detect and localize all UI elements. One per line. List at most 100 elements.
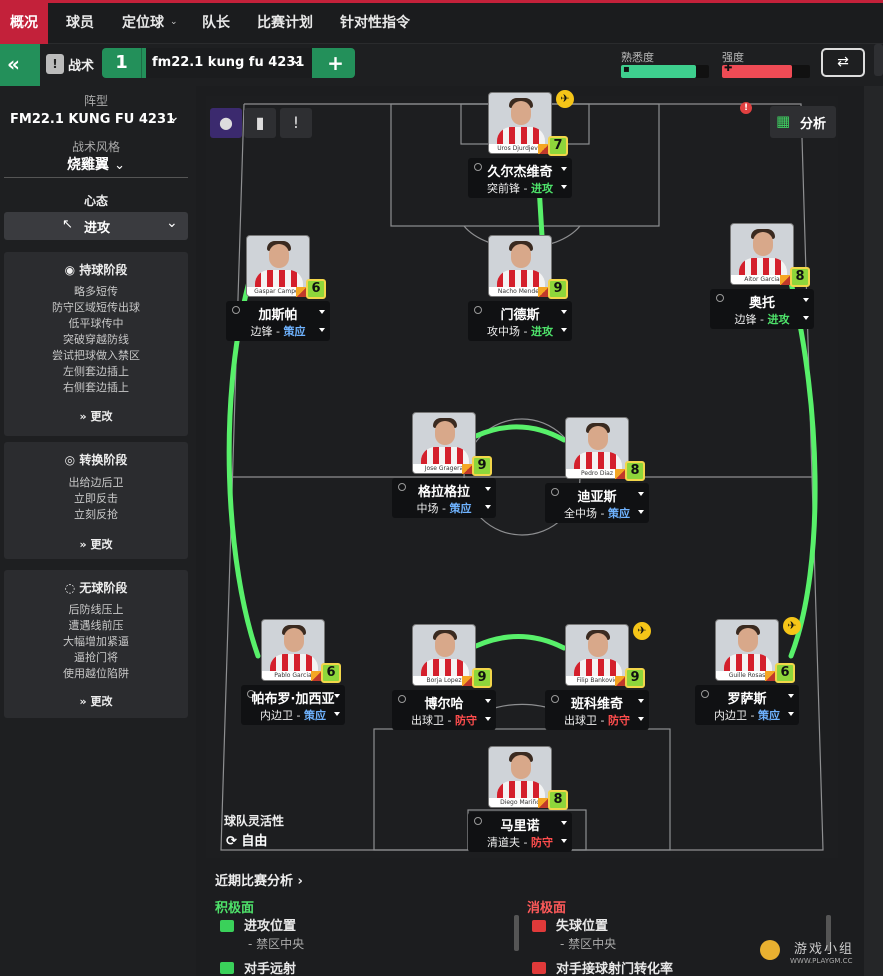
view-players-button[interactable]: ● xyxy=(210,108,242,138)
tab-set-pieces[interactable]: 定位球 xyxy=(122,3,164,44)
formation-value: FM22.1 KUNG FU 4231 xyxy=(10,112,176,127)
player-role[interactable]: 出球卫 - 防守 xyxy=(545,712,649,728)
caret-down-icon[interactable] xyxy=(319,310,325,314)
player-role[interactable]: 中场 - 策应 xyxy=(392,500,496,516)
tab-captains[interactable]: 队长 xyxy=(202,3,230,44)
negative-item-title: 失球位置 xyxy=(556,919,609,934)
caret-down-icon[interactable] xyxy=(485,505,491,509)
player-info[interactable]: 博尔哈 出球卫 - 防守 xyxy=(392,690,496,730)
player-name: 帕布罗·加西亚 xyxy=(251,692,335,707)
player-role[interactable]: 内边卫 - 策应 xyxy=(241,707,345,723)
caret-down-icon[interactable] xyxy=(319,328,325,332)
change-button[interactable]: » 更改 xyxy=(4,693,188,709)
player-info[interactable]: 门德斯 攻中场 - 进攻 xyxy=(468,301,572,341)
player-role[interactable]: 内边卫 - 策应 xyxy=(695,707,799,723)
player-name: 罗萨斯 xyxy=(727,692,767,707)
player-rating: 9 xyxy=(472,668,492,688)
caret-down-icon[interactable] xyxy=(485,699,491,703)
player-name: 博尔哈 xyxy=(424,697,464,712)
change-button[interactable]: » 更改 xyxy=(4,536,188,552)
player-info[interactable]: 格拉格拉 中场 - 策应 xyxy=(392,478,496,518)
player-role[interactable]: 边锋 - 进攻 xyxy=(710,311,814,327)
caret-down-icon[interactable] xyxy=(638,717,644,721)
chevron-down-icon: ⌄ xyxy=(168,109,180,125)
caret-down-icon[interactable] xyxy=(638,699,644,703)
caret-down-icon[interactable] xyxy=(561,821,567,825)
caret-down-icon[interactable] xyxy=(561,839,567,843)
pitch: ● ▮ ! ! ▦ 分析 球队灵活性 ⟳ 自由 xyxy=(206,96,838,858)
double-chevron-right-icon: » xyxy=(79,695,91,708)
mentality-dropdown[interactable]: ↖ 进攻 ⌄ xyxy=(4,212,188,240)
caret-down-icon[interactable] xyxy=(638,510,644,514)
player-info[interactable]: 班科维奇 出球卫 - 防守 xyxy=(545,690,649,730)
view-instructions-button[interactable]: ! xyxy=(280,108,312,138)
player-role[interactable]: 突前锋 - 进攻 xyxy=(468,180,572,196)
player-role[interactable]: 全中场 - 策应 xyxy=(545,505,649,521)
formation-dropdown[interactable]: FM22.1 KUNG FU 4231 ⌄ xyxy=(4,109,188,132)
view-stats-button[interactable]: ▮ xyxy=(244,108,276,138)
player-info[interactable]: 马里诺 清道夫 - 防守 xyxy=(468,812,572,852)
familiarity-meter[interactable]: ▪ xyxy=(621,64,709,78)
scrollbar[interactable] xyxy=(514,915,519,951)
chart-icon: ▪ xyxy=(623,64,630,75)
player-rating: 6 xyxy=(321,663,341,683)
caret-down-icon[interactable] xyxy=(561,185,567,189)
tab-players[interactable]: 球员 xyxy=(66,3,94,44)
player-role[interactable]: 攻中场 - 进攻 xyxy=(468,323,572,339)
tactical-style-dropdown[interactable]: 烧雞翼 ⌄ xyxy=(4,154,188,178)
player-role[interactable]: 边锋 - 策应 xyxy=(226,323,330,339)
tab-overview[interactable]: 概况 xyxy=(0,3,48,44)
swap-arrows-icon: ⇄ xyxy=(837,54,849,70)
change-button[interactable]: » 更改 xyxy=(4,408,188,424)
thumbs-up-icon xyxy=(220,920,234,932)
player-name: 门德斯 xyxy=(500,308,540,323)
player-info[interactable]: 久尔杰维奇 突前锋 - 进攻 xyxy=(468,158,572,198)
out-possession-title: ◌ 无球阶段 xyxy=(64,581,128,595)
tactic-name-dropdown[interactable]: fm22.1 kung fu 4231 ⌄ xyxy=(146,48,312,78)
player-info[interactable]: 罗萨斯 内边卫 - 策应 xyxy=(695,685,799,725)
caret-down-icon[interactable] xyxy=(485,487,491,491)
player-rating: 6 xyxy=(775,663,795,683)
player-info[interactable]: 加斯帕 边锋 - 策应 xyxy=(226,301,330,341)
plane-icon: ✈ xyxy=(556,90,574,108)
caret-down-icon[interactable] xyxy=(561,328,567,332)
add-tactic-button[interactable]: + xyxy=(316,48,355,78)
link-cb xyxy=(473,634,567,651)
tab-match-plans[interactable]: 比赛计划 xyxy=(257,3,313,44)
chevron-down-icon: ⌄ xyxy=(291,53,302,68)
analysis-button[interactable]: ▦ 分析 xyxy=(770,106,836,138)
caret-down-icon[interactable] xyxy=(334,712,340,716)
caret-down-icon[interactable] xyxy=(788,694,794,698)
negatives-label: 消极面 xyxy=(527,901,567,916)
player-duty: 策应 xyxy=(303,709,326,722)
swap-button[interactable]: ⇄ xyxy=(821,48,865,77)
caret-down-icon[interactable] xyxy=(803,316,809,320)
caret-down-icon[interactable] xyxy=(561,310,567,314)
tactic-slot-number[interactable]: 1 xyxy=(102,48,142,78)
tactic-selector[interactable]: 1 fm22.1 kung fu 4231 ⌄ + xyxy=(102,48,355,78)
caret-down-icon[interactable] xyxy=(803,298,809,302)
negative-item-title: 对手接球射门转化率 xyxy=(556,962,674,976)
player-info[interactable]: 迪亚斯 全中场 - 策应 xyxy=(545,483,649,523)
fluidity-icon: ⟳ xyxy=(226,834,242,849)
familiarity-fill xyxy=(621,65,696,78)
watermark-url: WWW.PLAYGM.CC xyxy=(790,957,853,965)
right-edge-button[interactable] xyxy=(874,44,883,76)
player-role[interactable]: 出球卫 - 防守 xyxy=(392,712,496,728)
thumbs-down-icon xyxy=(532,920,546,932)
player-role[interactable]: 清道夫 - 防守 xyxy=(468,834,572,850)
plane-icon: ✈ xyxy=(783,617,801,635)
recent-analysis-link[interactable]: 近期比赛分析 › xyxy=(215,870,303,889)
chevron-down-icon: ⌄ xyxy=(170,17,178,27)
caret-down-icon[interactable] xyxy=(788,712,794,716)
intensity-meter[interactable]: ✚ xyxy=(722,63,810,78)
caret-down-icon[interactable] xyxy=(638,492,644,496)
player-info[interactable]: 帕布罗·加西亚 内边卫 - 策应 xyxy=(241,685,345,725)
caret-down-icon[interactable] xyxy=(334,694,340,698)
caret-down-icon[interactable] xyxy=(561,167,567,171)
player-info[interactable]: 奥托 边锋 - 进攻 xyxy=(710,289,814,329)
collapse-button[interactable]: « xyxy=(0,44,40,86)
player-links xyxy=(226,183,818,659)
caret-down-icon[interactable] xyxy=(485,717,491,721)
tab-opposition-instructions[interactable]: 针对性指令 xyxy=(340,3,410,44)
